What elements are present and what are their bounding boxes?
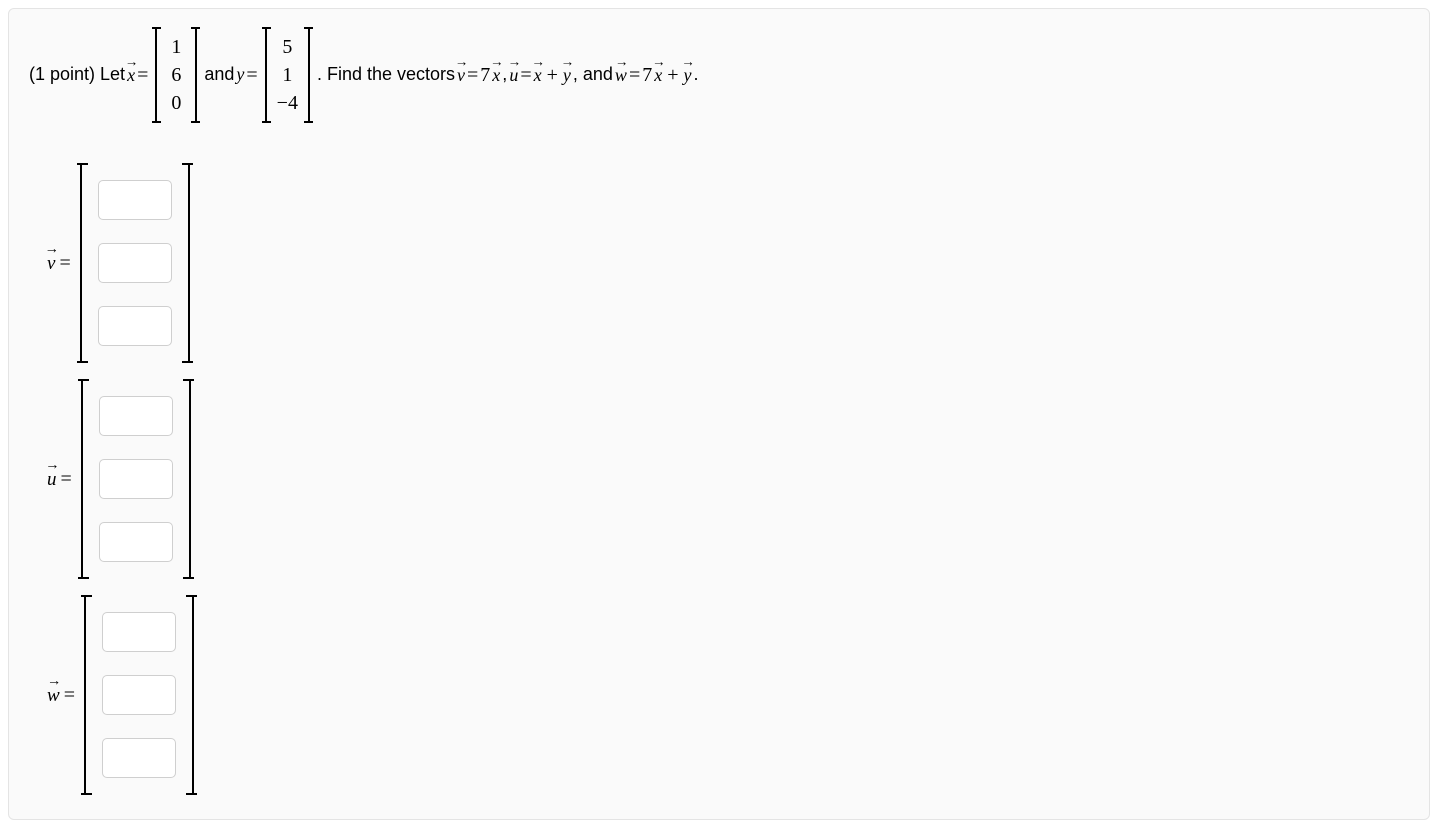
q-prefix: (1 point) Let — [29, 64, 125, 86]
y-symbol-2: y — [684, 63, 692, 87]
x-symbol-2: x — [534, 63, 542, 87]
bracket-left-icon — [78, 379, 89, 579]
bracket-left-icon — [81, 595, 92, 795]
answer-w-equals: = — [64, 684, 75, 707]
problem-panel: (1 point) Let x = 1 6 0 and y = 5 1 −4 .… — [8, 8, 1430, 820]
equals-1: = — [137, 63, 148, 87]
answer-w-input-1[interactable] — [102, 612, 176, 652]
vector-y-entry-1: 5 — [282, 35, 292, 59]
equals-4: = — [520, 63, 531, 87]
x-vector-symbol: x — [127, 63, 135, 87]
answer-v-label: v — [47, 251, 55, 275]
answer-u-input-1[interactable] — [99, 396, 173, 436]
bracket-right-icon — [191, 27, 200, 123]
w-symbol: w — [615, 63, 627, 87]
vector-y-entry-2: 1 — [282, 63, 292, 87]
y-var: y — [236, 64, 244, 86]
answer-u-input-2[interactable] — [99, 459, 173, 499]
bracket-right-icon — [182, 163, 193, 363]
question-text: (1 point) Let x = 1 6 0 and y = 5 1 −4 .… — [29, 27, 1409, 123]
vector-y-entry-3: −4 — [277, 91, 298, 115]
answer-u-label: u — [47, 467, 57, 491]
answer-w-input-3[interactable] — [102, 738, 176, 778]
vector-y: 5 1 −4 — [262, 27, 313, 123]
answer-v-vector — [77, 163, 193, 363]
answer-u-input-3[interactable] — [99, 522, 173, 562]
q-find: . Find the vectors — [317, 64, 455, 86]
answer-v-equals: = — [59, 252, 70, 275]
answer-u-row: u = — [47, 379, 1409, 579]
bracket-left-icon — [262, 27, 271, 123]
vector-x: 1 6 0 — [152, 27, 200, 123]
answer-w-row: w = — [47, 595, 1409, 795]
q-and: and — [204, 64, 234, 86]
answer-w-label: w — [47, 683, 60, 707]
equals-3: = — [467, 63, 478, 87]
bracket-left-icon — [77, 163, 88, 363]
seven-1: 7 — [480, 63, 490, 87]
plus-2: + — [667, 63, 678, 87]
answer-v-row: v = — [47, 163, 1409, 363]
answer-u-equals: = — [61, 468, 72, 491]
equals-5: = — [629, 63, 640, 87]
and-word: , and — [573, 64, 613, 86]
equals-2: = — [246, 63, 257, 87]
bracket-right-icon — [183, 379, 194, 579]
answer-v-input-2[interactable] — [98, 243, 172, 283]
bracket-left-icon — [152, 27, 161, 123]
u-symbol: u — [509, 63, 518, 87]
bracket-right-icon — [304, 27, 313, 123]
answer-v-input-3[interactable] — [98, 306, 172, 346]
answer-w-vector — [81, 595, 197, 795]
answer-w-input-2[interactable] — [102, 675, 176, 715]
answer-u-vector — [78, 379, 194, 579]
vector-x-entry-2: 6 — [171, 63, 181, 87]
x-symbol-3: x — [654, 63, 662, 87]
v-symbol: v — [457, 63, 465, 87]
plus-1: + — [547, 63, 558, 87]
seven-2: 7 — [642, 63, 652, 87]
bracket-right-icon — [186, 595, 197, 795]
answer-v-input-1[interactable] — [98, 180, 172, 220]
y-symbol-1: y — [563, 63, 571, 87]
x-symbol-1: x — [492, 63, 500, 87]
vector-x-entry-3: 0 — [171, 91, 181, 115]
answers-area: v = u = — [29, 163, 1409, 795]
vector-x-entry-1: 1 — [171, 35, 181, 59]
